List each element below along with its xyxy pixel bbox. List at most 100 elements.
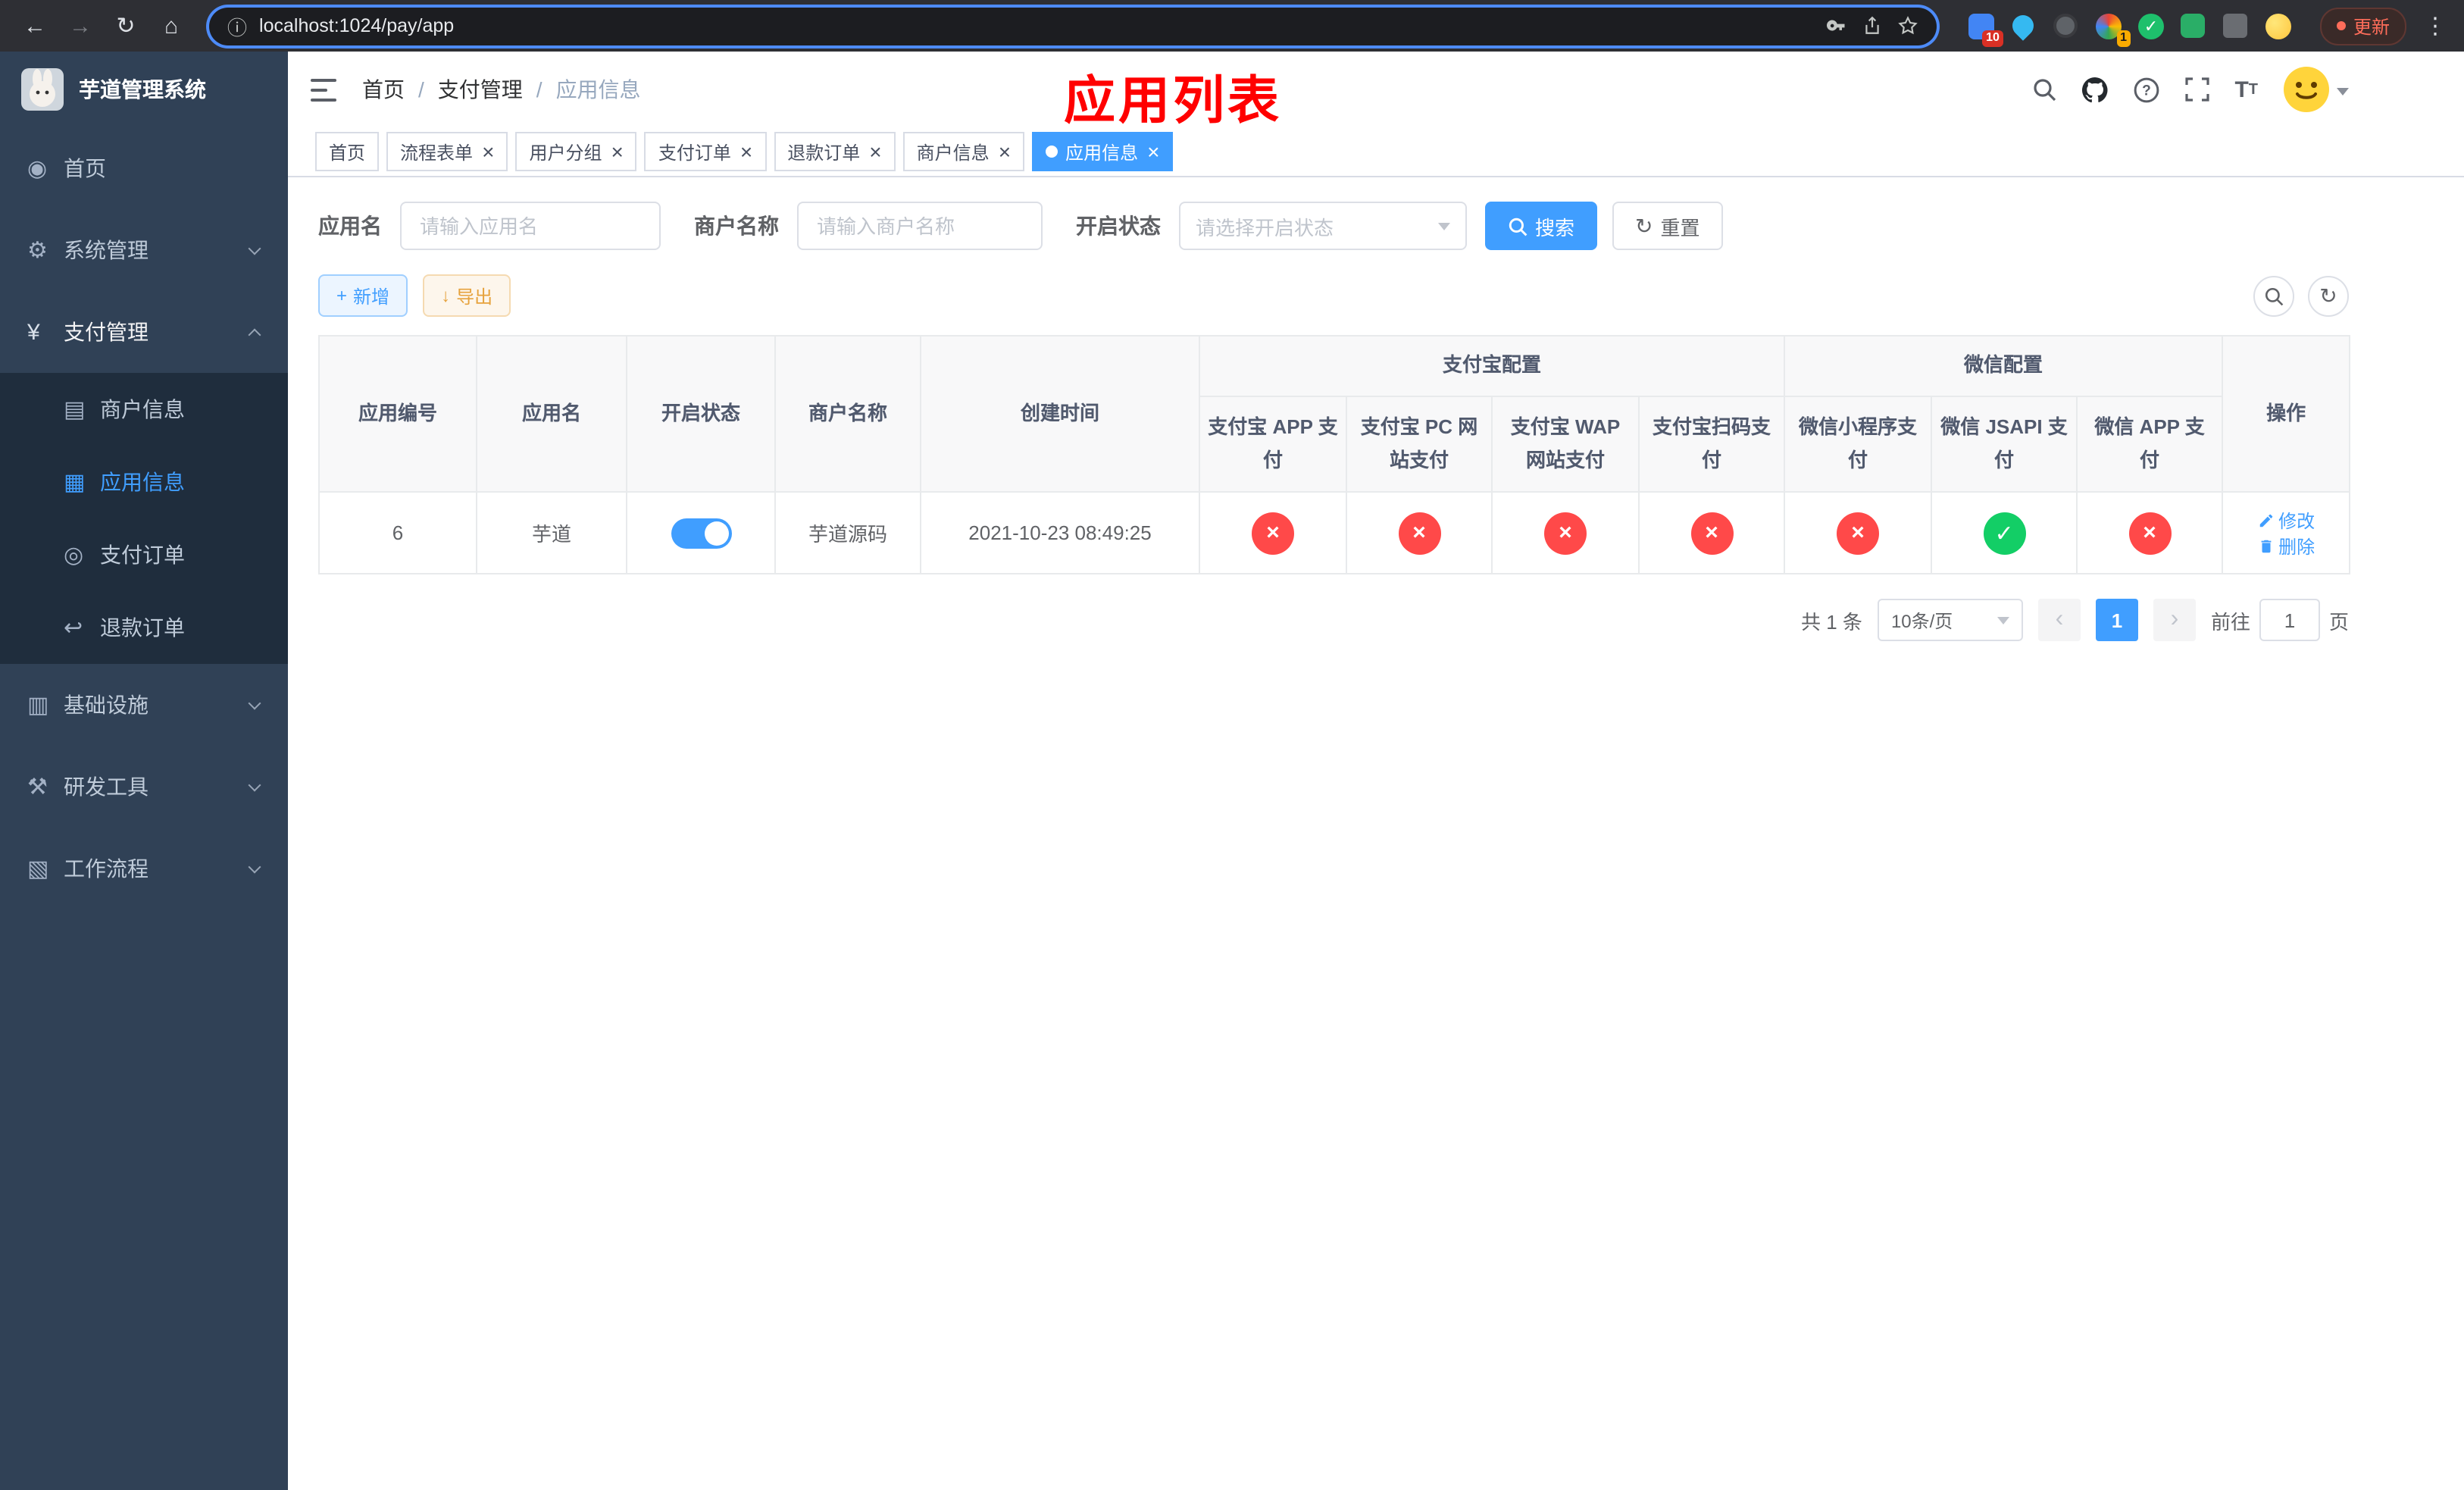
github-icon[interactable] <box>2081 77 2107 102</box>
tab-支付订单[interactable]: 支付订单 × <box>644 132 767 171</box>
prev-page-button[interactable]: ‹ <box>2037 599 2081 642</box>
search-icon <box>1509 217 1527 236</box>
tab-退款订单[interactable]: 退款订单 × <box>774 132 896 171</box>
search-icon[interactable] <box>2031 77 2056 102</box>
app-name-input[interactable] <box>400 202 661 250</box>
ext-icon-4[interactable]: 1 <box>2094 11 2131 46</box>
reload-button[interactable]: ↻ <box>106 6 145 45</box>
ext-icon-2[interactable] <box>2009 11 2039 41</box>
sidebar-item-研发工具[interactable]: ⚒ 研发工具 <box>0 746 288 828</box>
screen: ← → ↻ ⌂ ⓘ localhost:1024/pay/app 10 1 ✓ … <box>0 0 2464 1490</box>
tab-商户信息[interactable]: 商户信息 × <box>902 132 1025 171</box>
search-button[interactable]: 搜索 <box>1485 202 1598 250</box>
collapse-sidebar-button[interactable] <box>311 78 336 101</box>
col-group-wechat: 微信配置 <box>1784 335 2224 397</box>
sidebar-item-支付管理[interactable]: ¥ 支付管理 <box>0 291 288 373</box>
sidebar-item-退款订单[interactable]: ↩ 退款订单 <box>0 591 288 664</box>
col-header-ops: 操作 <box>2222 334 2351 493</box>
ext-icon-5[interactable]: ✓ <box>2137 11 2165 40</box>
breadcrumb-separator: / <box>418 77 424 102</box>
merchant-name-input[interactable] <box>797 202 1043 250</box>
tab-label: 商户信息 <box>916 142 990 163</box>
cell-app-name: 芋道 <box>476 491 627 575</box>
chevron-down-icon <box>248 778 261 791</box>
browser-menu-button[interactable]: ⋮ <box>2422 12 2449 39</box>
tab-close-icon[interactable]: × <box>611 141 623 162</box>
tab-close-icon[interactable]: × <box>869 141 881 162</box>
breadcrumb-home[interactable]: 首页 <box>362 74 405 105</box>
address-bar[interactable]: ⓘ localhost:1024/pay/app <box>209 7 1937 45</box>
sidebar-item-应用信息[interactable]: ▦ 应用信息 <box>0 446 288 518</box>
workflow-icon: ▧ <box>27 856 49 882</box>
back-button[interactable]: ← <box>15 6 55 45</box>
col-header-wechat-jsapi: 微信 JSAPI 支付 <box>1931 395 2078 493</box>
ext-icon-1[interactable]: 10 <box>1967 11 2003 46</box>
tab-label: 支付订单 <box>658 142 731 163</box>
chevron-down-icon <box>248 696 261 709</box>
tab-应用信息[interactable]: 应用信息 × <box>1032 132 1174 171</box>
sidebar-item-首页[interactable]: ◉ 首页 <box>0 127 288 209</box>
sidebar-item-系统管理[interactable]: ⚙ 系统管理 <box>0 209 288 291</box>
ext-icon-7[interactable] <box>2222 11 2250 40</box>
refresh-table-button[interactable]: ↻ <box>2308 275 2349 316</box>
ext-icon-8[interactable] <box>2264 11 2293 40</box>
site-info-icon[interactable]: ⓘ <box>227 11 247 40</box>
font-size-icon[interactable]: TT <box>2234 77 2258 102</box>
add-button[interactable]: + 新增 <box>318 274 408 317</box>
alipay-app-status-icon: × <box>1252 512 1294 555</box>
share-icon[interactable] <box>1862 15 1882 36</box>
status-toggle[interactable] <box>671 518 731 549</box>
tab-流程表单[interactable]: 流程表单 × <box>386 132 508 171</box>
sidebar-item-label: 退款订单 <box>100 615 185 640</box>
page-size-select[interactable]: 10条/页 <box>1877 599 2023 642</box>
infra-icon: ▥ <box>27 693 49 718</box>
breadcrumb: 首页 / 支付管理 / 应用信息 <box>362 74 641 105</box>
pagination: 共 1 条 10条/页 ‹ 1 › 前往 页 <box>318 599 2349 642</box>
goto-unit: 页 <box>2328 610 2349 634</box>
ext-icon-6[interactable] <box>2179 11 2208 40</box>
delete-button[interactable]: 删除 <box>2257 533 2315 559</box>
page-content: 应用名 商户名称 开启状态 请选择开启状态 搜索 ↻ 重置 <box>288 177 2464 1490</box>
breadcrumb-pay-management[interactable]: 支付管理 <box>438 74 523 105</box>
sidebar-item-商户信息[interactable]: ▤ 商户信息 <box>0 373 288 446</box>
edit-button[interactable]: 修改 <box>2257 507 2315 533</box>
col-header-created: 创建时间 <box>920 334 1200 493</box>
tab-用户分组[interactable]: 用户分组 × <box>515 132 637 171</box>
bookmark-star-icon[interactable] <box>1897 15 1918 36</box>
page-1-button[interactable]: 1 <box>2095 599 2138 642</box>
home-button[interactable]: ⌂ <box>152 6 191 45</box>
tab-close-icon[interactable]: × <box>482 141 494 162</box>
tab-close-icon[interactable]: × <box>999 141 1011 162</box>
sidebar-item-工作流程[interactable]: ▧ 工作流程 <box>0 828 288 909</box>
sidebar-item-支付订单[interactable]: ◎ 支付订单 <box>0 518 288 591</box>
password-key-icon[interactable] <box>1826 15 1847 36</box>
alipay-qr-status-icon: × <box>1690 512 1733 555</box>
sidebar: 芋道管理系统 ◉ 首页 ⚙ 系统管理 ¥ 支付管理 ▤ 商户信息 ▦ 应用信息 ◎ 支付订单 ↩ 退款订单… <box>0 52 288 1490</box>
fullscreen-icon[interactable] <box>2184 77 2209 102</box>
tab-label: 首页 <box>329 142 366 163</box>
url-text[interactable]: localhost:1024/pay/app <box>259 15 1814 36</box>
sidebar-item-基础设施[interactable]: ▥ 基础设施 <box>0 664 288 746</box>
app-logo[interactable]: 芋道管理系统 <box>0 52 288 127</box>
tab-label: 用户分组 <box>529 142 602 163</box>
status-select[interactable]: 请选择开启状态 <box>1179 202 1467 250</box>
tab-close-icon[interactable]: × <box>740 141 752 162</box>
browser-update-button[interactable]: 更新 <box>2319 7 2406 45</box>
tab-首页[interactable]: 首页 <box>315 132 380 171</box>
goto-page-input[interactable] <box>2259 599 2320 642</box>
user-avatar[interactable] <box>2284 67 2349 112</box>
active-dot-icon <box>1046 146 1058 158</box>
reset-button[interactable]: ↻ 重置 <box>1612 202 1723 250</box>
alipay-wap-status-icon: × <box>1544 512 1587 555</box>
tab-label: 流程表单 <box>400 142 474 163</box>
order-icon: ◎ <box>64 543 84 568</box>
ext-icon-3[interactable] <box>2052 11 2081 40</box>
tab-close-icon[interactable]: × <box>1147 141 1159 162</box>
annotation-text: 应用列表 <box>1064 73 1282 130</box>
export-button[interactable]: ↓ 导出 <box>423 274 511 317</box>
next-page-button[interactable]: › <box>2153 599 2196 642</box>
forward-button[interactable]: → <box>61 6 100 45</box>
help-icon[interactable]: ? <box>2133 77 2159 102</box>
table-toolbar-right: ↻ <box>2253 275 2349 316</box>
toggle-search-button[interactable] <box>2253 275 2294 316</box>
